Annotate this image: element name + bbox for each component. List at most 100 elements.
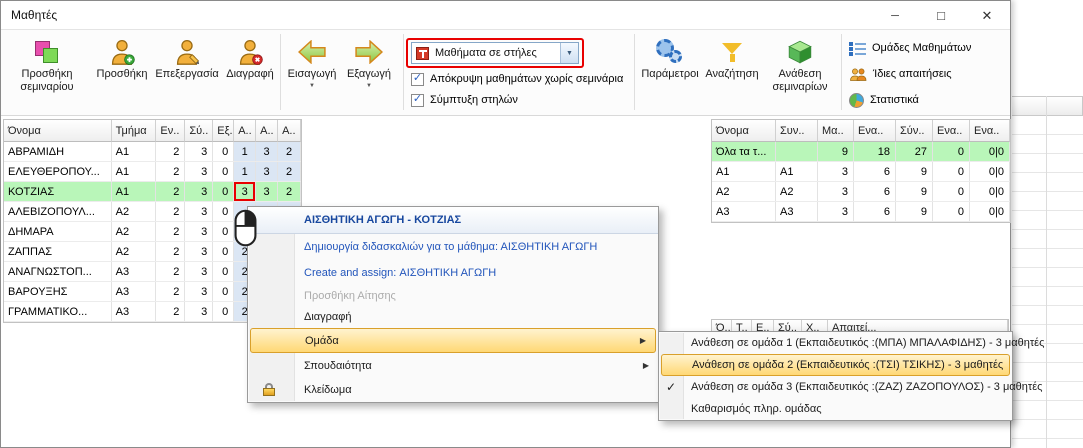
column-header[interactable]: Ενα.. [933, 120, 970, 142]
subject-cell[interactable]: 2 [278, 162, 301, 181]
grid-cell[interactable]: 2 [156, 302, 185, 321]
add-seminar-button[interactable]: Προσθήκη σεμιναρίου [5, 32, 89, 114]
student-class-cell[interactable]: Α3 [112, 282, 157, 301]
parameters-button[interactable]: Παράμετροι [640, 32, 700, 114]
grid-cell[interactable]: 2 [156, 182, 185, 201]
grid-cell[interactable]: 3 [185, 222, 213, 241]
delete-student-button[interactable]: Διαγραφή [223, 32, 277, 114]
import-button[interactable]: Εισαγωγή ▼ [284, 32, 340, 114]
columns-mode-combobox[interactable]: Μαθήματα σε στήλες ▼ [411, 42, 579, 64]
grid-cell[interactable]: 0 [213, 222, 234, 241]
subject-cell[interactable]: 3 [256, 182, 278, 201]
combobox-dropdown-button[interactable]: ▼ [560, 43, 578, 63]
student-name-cell[interactable]: ΕΛΕΥΘΕΡΟΠΟΥ... [4, 162, 112, 181]
grid-cell[interactable]: 0 [213, 242, 234, 261]
minimize-button[interactable]: ─ [872, 1, 918, 30]
student-name-cell[interactable]: ΓΡΑΜΜΑΤΙΚΟ... [4, 302, 112, 321]
column-header[interactable]: Τμήμα [112, 120, 157, 142]
grid-cell[interactable]: Όλα τα τ... [712, 142, 776, 161]
grid-cell[interactable]: 3 [185, 202, 213, 221]
submenu-item-clear-group[interactable]: Καθαρισμός πληρ. ομάδας [659, 398, 1012, 420]
grid-cell[interactable]: 9 [896, 202, 933, 221]
grid-cell[interactable]: 6 [854, 162, 896, 181]
grid-cell[interactable]: 2 [156, 242, 185, 261]
grid-cell[interactable]: 3 [185, 242, 213, 261]
student-row[interactable]: ΑΒΡΑΜΙΔΗ Α1 2 3 0 1 3 2 [4, 142, 301, 162]
student-name-cell[interactable]: ΑΝΑΓΝΩΣΤΟΠ... [4, 262, 112, 281]
student-name-cell[interactable]: ΒΑΡΟΥΞΗΣ [4, 282, 112, 301]
grid-cell[interactable]: Α2 [712, 182, 776, 201]
grid-cell[interactable]: 3 [818, 202, 854, 221]
subject-cell[interactable]: 3 [256, 162, 278, 181]
student-class-cell[interactable]: Α2 [112, 242, 157, 261]
summary-row-all[interactable]: Όλα τα τ... 9 18 27 0 0|0 [712, 142, 1010, 162]
student-name-cell[interactable]: ΚΟΤΖΙΑΣ [4, 182, 112, 201]
hide-courses-checkbox[interactable]: ✓ Απόκρυψη μαθημάτων χωρίς σεμινάρια [411, 71, 623, 87]
statistics-button[interactable]: Στατιστικά [849, 89, 919, 111]
student-name-cell[interactable]: ΑΒΡΑΜΙΔΗ [4, 142, 112, 161]
grid-cell[interactable]: 2 [156, 162, 185, 181]
grid-cell[interactable]: 3 [185, 262, 213, 281]
grid-cell[interactable]: 0|0 [970, 142, 1010, 161]
column-header[interactable]: Α.. [234, 120, 256, 142]
column-header[interactable]: Ενα.. [970, 120, 1010, 142]
grid-cell[interactable]: 2 [156, 202, 185, 221]
column-header[interactable]: Μα.. [818, 120, 854, 142]
subject-cell[interactable]: 3 [256, 142, 278, 161]
subject-cell[interactable]: 2 [278, 182, 301, 201]
grid-cell[interactable]: 6 [854, 202, 896, 221]
column-header[interactable]: Συν.. [776, 120, 818, 142]
grid-cell[interactable]: 0 [213, 282, 234, 301]
student-class-cell[interactable]: Α2 [112, 202, 157, 221]
student-class-cell[interactable]: Α1 [112, 182, 157, 201]
submenu-item-assign-group-1[interactable]: Ανάθεση σε ομάδα 1 (Εκπαιδευτικός :(ΜΠΑ)… [659, 332, 1012, 354]
grid-cell[interactable]: 27 [896, 142, 933, 161]
column-header[interactable]: Εν.. [156, 120, 185, 142]
grid-cell[interactable]: 2 [156, 222, 185, 241]
import-dropdown-icon[interactable]: ▼ [309, 83, 315, 89]
column-header[interactable]: Εξ.. [213, 120, 234, 142]
grid-cell[interactable]: 9 [896, 182, 933, 201]
submenu-item-assign-group-2[interactable]: Ανάθεση σε ομάδα 2 (Εκπαιδευτικός :(ΤΣΙ)… [661, 354, 1010, 376]
student-class-cell[interactable]: Α3 [112, 262, 157, 281]
student-name-cell[interactable]: ΖΑΠΠΑΣ [4, 242, 112, 261]
student-class-cell[interactable]: Α3 [112, 302, 157, 321]
grid-cell[interactable]: 9 [818, 142, 854, 161]
student-row[interactable]: ΕΛΕΥΘΕΡΟΠΟΥ... Α1 2 3 0 1 3 2 [4, 162, 301, 182]
subject-cell[interactable]: 2 [278, 142, 301, 161]
menu-item-create-and-assign[interactable]: Create and assign: ΑΙΣΘΗΤΙΚΗ ΑΓΩΓΗ [248, 260, 658, 285]
grid-cell[interactable]: 0 [213, 262, 234, 281]
column-header[interactable]: Α.. [256, 120, 278, 142]
subject-cell-highlighted[interactable]: 3 [234, 182, 256, 201]
menu-item-importance[interactable]: Σπουδαιότητα ▶ [248, 353, 658, 378]
same-requirements-button[interactable]: Ίδιες απαιτήσεις [849, 63, 952, 85]
grid-cell[interactable]: 2 [156, 142, 185, 161]
grid-cell[interactable]: 3 [185, 142, 213, 161]
grid-cell[interactable]: 9 [896, 162, 933, 181]
submenu-item-assign-group-3[interactable]: ✓ Ανάθεση σε ομάδα 3 (Εκπαιδευτικός :(ΖΑ… [659, 376, 1012, 398]
search-button[interactable]: Αναζήτηση [703, 32, 761, 114]
grid-cell[interactable]: 3 [818, 162, 854, 181]
column-header[interactable]: Σύ.. [185, 120, 213, 142]
grid-cell[interactable]: Α3 [776, 202, 818, 221]
menu-item-lock[interactable]: Κλείδωμα [248, 378, 658, 402]
grid-cell[interactable]: 3 [185, 302, 213, 321]
grid-cell[interactable] [776, 142, 818, 161]
grid-cell[interactable]: 0|0 [970, 162, 1010, 181]
maximize-button[interactable]: □ [918, 1, 964, 30]
grid-cell[interactable]: 0 [213, 182, 234, 201]
export-button[interactable]: Εξαγωγή ▼ [342, 32, 396, 114]
column-header[interactable]: Ενα.. [854, 120, 896, 142]
edit-student-button[interactable]: Επεξεργασία [152, 32, 222, 114]
student-class-cell[interactable]: Α1 [112, 142, 157, 161]
grid-cell[interactable]: 0 [213, 142, 234, 161]
summary-row[interactable]: Α3 Α3 3 6 9 0 0|0 [712, 202, 1010, 222]
grid-cell[interactable]: 0 [933, 202, 970, 221]
menu-item-group[interactable]: Ομάδα ▶ [250, 328, 656, 353]
summary-row[interactable]: Α1 Α1 3 6 9 0 0|0 [712, 162, 1010, 182]
grid-cell[interactable]: Α2 [776, 182, 818, 201]
grid-cell[interactable]: 3 [185, 182, 213, 201]
grid-cell[interactable]: 0|0 [970, 182, 1010, 201]
grid-cell[interactable]: Α1 [776, 162, 818, 181]
menu-item-delete[interactable]: Διαγραφή [248, 306, 658, 328]
